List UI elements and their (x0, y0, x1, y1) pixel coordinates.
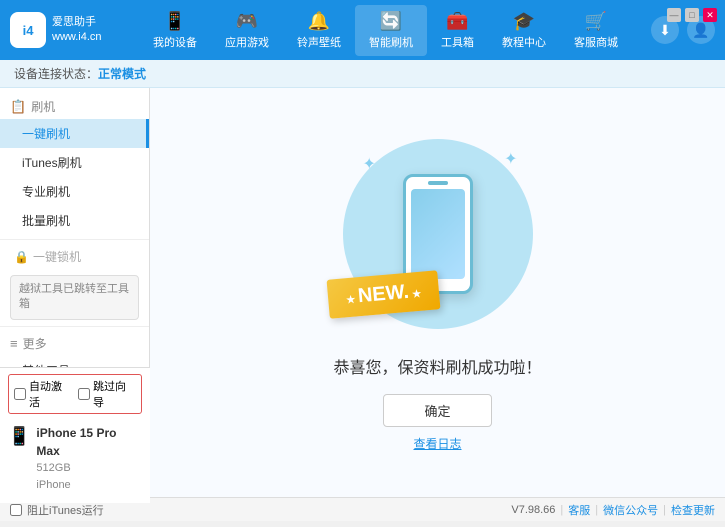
apps-icon: 🎮 (236, 11, 258, 32)
flash-section-icon: 📋 (10, 99, 26, 115)
customer-service-link[interactable]: 客服 (568, 502, 590, 518)
sidebar-divider-1 (0, 239, 149, 240)
auto-activate-option[interactable]: 自动激活 (14, 378, 72, 410)
nav-my-device[interactable]: 📱 我的设备 (139, 5, 211, 56)
connection-status: 正常模式 (98, 65, 146, 82)
sidebar: 📋 刷机 一键刷机 iTunes刷机 专业刷机 批量刷机 🔒 一键锁机 越狱工具… (0, 88, 150, 497)
sidebar-section-flash-header: 📋 刷机 (0, 94, 149, 119)
sidebar-item-itunes-flash[interactable]: iTunes刷机 (0, 148, 149, 177)
auto-activate-checkbox[interactable] (14, 388, 26, 400)
sidebar-disabled-lock: 🔒 一键锁机 (0, 244, 149, 269)
sidebar-notice: 越狱工具已跳转至工具箱 (10, 275, 139, 320)
close-button[interactable]: ✕ (703, 8, 717, 22)
check-update-link[interactable]: 检查更新 (671, 502, 715, 518)
sidebar-item-batch-flash[interactable]: 批量刷机 (0, 206, 149, 235)
nav-bar: 📱 我的设备 🎮 应用游戏 🔔 铃声壁纸 🔄 智能刷机 🧰 工具箱 🎓 (120, 5, 651, 56)
sidebar-flash-section: 📋 刷机 一键刷机 iTunes刷机 专业刷机 批量刷机 (0, 94, 149, 235)
auto-guide-checkbox[interactable] (78, 388, 90, 400)
lock-icon: 🔒 (14, 250, 29, 264)
nav-apps[interactable]: 🎮 应用游戏 (211, 5, 283, 56)
device-info: 📱 iPhone 15 Pro Max 512GB iPhone (8, 420, 142, 497)
sidebar-section-more-header: ≡ 更多 (0, 331, 149, 356)
flash-icon: 🔄 (380, 11, 402, 32)
wechat-link[interactable]: 微信公众号 (603, 502, 658, 518)
store-icon: 🛒 (585, 11, 607, 32)
itunes-block-label: 阻止iTunes运行 (27, 502, 104, 518)
sparkle-top-right: ✦ (504, 149, 517, 169)
device-phone-icon: 📱 (8, 426, 30, 447)
sidebar-item-onekey-flash[interactable]: 一键刷机 (0, 119, 149, 148)
device-details: iPhone 15 Pro Max 512GB iPhone (36, 424, 142, 493)
nav-tutorials[interactable]: 🎓 教程中心 (488, 5, 560, 56)
success-message: 恭喜您，保资料刷机成功啦！ (333, 354, 541, 378)
sidebar-divider-2 (0, 326, 149, 327)
view-log-link[interactable]: 查看日志 (413, 435, 461, 452)
ringtone-icon: 🔔 (308, 11, 330, 32)
sparkle-top-left: ✦ (363, 154, 376, 174)
auto-guide-option[interactable]: 跳过向导 (78, 378, 136, 410)
itunes-block-checkbox[interactable] (10, 504, 22, 516)
nav-ringtones[interactable]: 🔔 铃声壁纸 (283, 5, 355, 56)
main-content: ✦ ✦ ✦ NEW. 恭喜您，保资料刷机成功啦！ 确定 查看日志 (150, 88, 725, 497)
phone-notch (428, 181, 448, 185)
sidebar-item-pro-flash[interactable]: 专业刷机 (0, 177, 149, 206)
nav-tools[interactable]: 🧰 工具箱 (427, 5, 488, 56)
tools-icon: 🧰 (446, 11, 468, 32)
logo-icon: i4 (10, 12, 46, 48)
device-icon: 📱 (164, 11, 186, 32)
logo-text: 爱思助手 www.i4.cn (52, 15, 102, 46)
main-area: 📋 刷机 一键刷机 iTunes刷机 专业刷机 批量刷机 🔒 一键锁机 越狱工具… (0, 88, 725, 497)
app-logo: i4 爱思助手 www.i4.cn (10, 12, 120, 48)
confirm-button[interactable]: 确定 (383, 394, 491, 427)
more-section-icon: ≡ (10, 336, 18, 351)
nav-store[interactable]: 🛒 客服商城 (560, 5, 632, 56)
device-name: iPhone 15 Pro Max (36, 424, 142, 460)
window-controls: — □ ✕ (667, 8, 717, 22)
phone-screen (411, 189, 465, 279)
app-header: i4 爱思助手 www.i4.cn 📱 我的设备 🎮 应用游戏 🔔 铃声壁纸 🔄 (0, 0, 725, 60)
maximize-button[interactable]: □ (685, 8, 699, 22)
minimize-button[interactable]: — (667, 8, 681, 22)
auto-options-box: 自动激活 跳过向导 (8, 374, 142, 414)
sub-header: 设备连接状态： 正常模式 (0, 60, 725, 88)
phone-illustration: ✦ ✦ ✦ NEW. (338, 134, 538, 334)
tutorials-icon: 🎓 (513, 11, 535, 32)
device-storage: 512GB (36, 460, 142, 477)
device-type: iPhone (36, 477, 142, 494)
nav-flash[interactable]: 🔄 智能刷机 (355, 5, 427, 56)
version-label: V7.98.66 (511, 504, 555, 516)
